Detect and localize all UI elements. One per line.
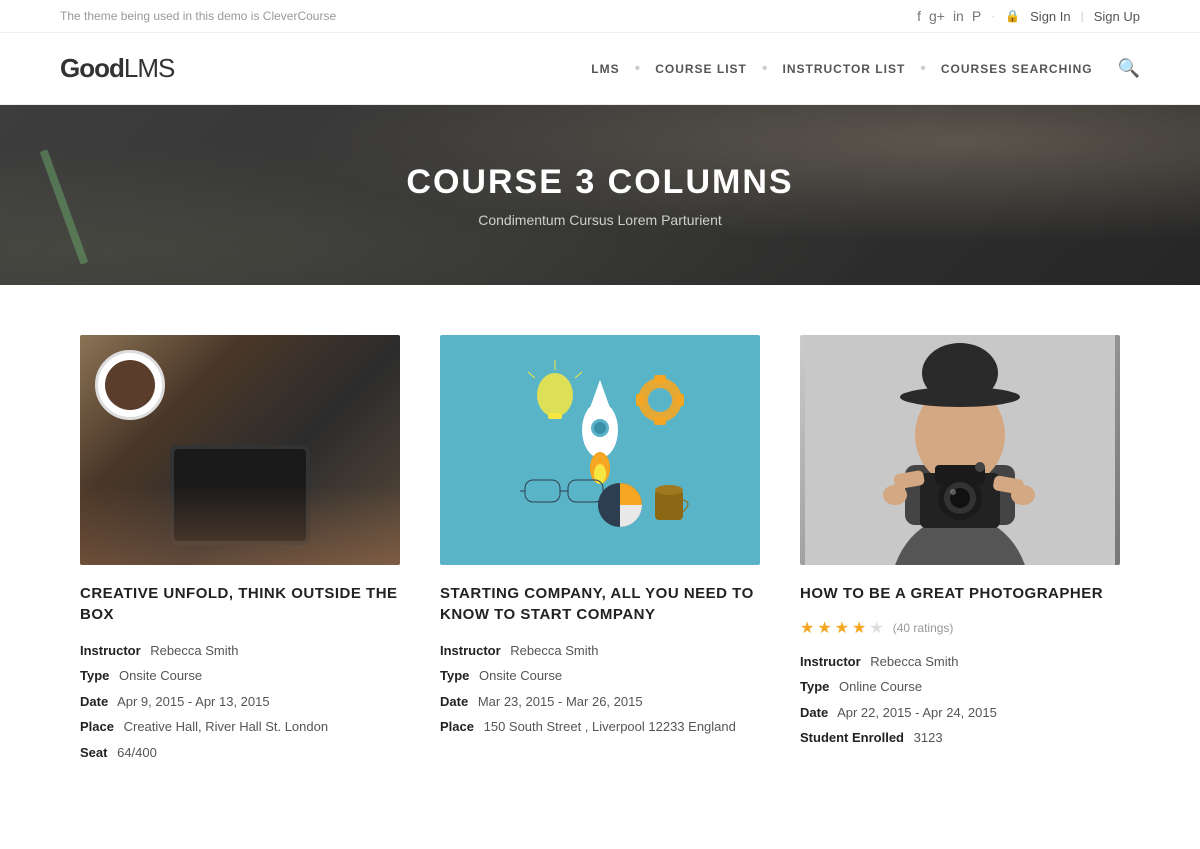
hero-banner: COURSE 3 COLUMNS Condimentum Cursus Lore…	[0, 105, 1200, 285]
course-card-2: STARTING COMPANY, ALL YOU NEED TO KNOW T…	[440, 335, 760, 766]
course-card-1: CREATIVE UNFOLD, THINK OUTSIDE THE BOX I…	[80, 335, 400, 766]
googleplus-icon[interactable]: g+	[929, 8, 945, 24]
instructor-label-1: Instructor	[80, 643, 141, 658]
course-title-3[interactable]: HOW TO BE A GREAT PHOTOGRAPHER	[800, 583, 1120, 604]
course-grid: CREATIVE UNFOLD, THINK OUTSIDE THE BOX I…	[50, 335, 1150, 766]
divider2: |	[1081, 9, 1084, 23]
place-value-1: Creative Hall, River Hall St. London	[124, 719, 328, 734]
instructor-value-3: Rebecca Smith	[870, 654, 958, 669]
course-date-2: Date Mar 23, 2015 - Mar 26, 2015	[440, 690, 760, 713]
signin-link[interactable]: Sign In	[1030, 9, 1070, 24]
enrolled-label-3: Student Enrolled	[800, 730, 904, 745]
course-type-1: Type Onsite Course	[80, 664, 400, 687]
nav-dot-1: •	[630, 60, 646, 78]
search-icon[interactable]: 🔍	[1118, 58, 1140, 79]
course-instructor-1: Instructor Rebecca Smith	[80, 639, 400, 662]
rating-count-3: (40 ratings)	[893, 621, 954, 635]
course-instructor-3: Instructor Rebecca Smith	[800, 650, 1120, 673]
coffee-cup-decoration	[95, 350, 165, 420]
course-type-2: Type Onsite Course	[440, 664, 760, 687]
course-title-1[interactable]: CREATIVE UNFOLD, THINK OUTSIDE THE BOX	[80, 583, 400, 625]
logo[interactable]: GoodLMS	[60, 53, 174, 84]
star-rating-3: ★ ★ ★ ★ ★ (40 ratings)	[800, 618, 1120, 638]
course-image-2[interactable]	[440, 335, 760, 565]
divider: ·	[991, 9, 995, 23]
date-value-2: Mar 23, 2015 - Mar 26, 2015	[478, 694, 643, 709]
course-info-3: HOW TO BE A GREAT PHOTOGRAPHER ★ ★ ★ ★ ★…	[800, 565, 1120, 752]
place-value-2: 150 South Street , Liverpool 12233 Engla…	[484, 719, 736, 734]
star-4: ★	[852, 618, 866, 638]
main-nav: LMS • COURSE LIST • INSTRUCTOR LIST • CO…	[581, 57, 1140, 81]
nav-lms[interactable]: LMS	[581, 57, 629, 81]
type-label-1: Type	[80, 668, 109, 683]
course-date-3: Date Apr 22, 2015 - Apr 24, 2015	[800, 701, 1120, 724]
top-bar: The theme being used in this demo is Cle…	[0, 0, 1200, 33]
course-seat-1: Seat 64/400	[80, 741, 400, 764]
type-label-3: Type	[800, 679, 829, 694]
hero-title: COURSE 3 COLUMNS	[406, 163, 793, 202]
lock-icon: 🔒	[1005, 9, 1020, 23]
date-value-3: Apr 22, 2015 - Apr 24, 2015	[837, 705, 997, 720]
instructor-value-1: Rebecca Smith	[150, 643, 238, 658]
course-meta-2: Instructor Rebecca Smith Type Onsite Cou…	[440, 639, 760, 739]
seat-label-1: Seat	[80, 745, 107, 760]
course-date-1: Date Apr 9, 2015 - Apr 13, 2015	[80, 690, 400, 713]
type-label-2: Type	[440, 668, 469, 683]
nav-courses-searching[interactable]: COURSES SEARCHING	[931, 57, 1103, 81]
seat-value-1: 64/400	[117, 745, 157, 760]
instructor-label-2: Instructor	[440, 643, 501, 658]
course-info-2: STARTING COMPANY, ALL YOU NEED TO KNOW T…	[440, 565, 760, 741]
star-3: ★	[835, 618, 849, 638]
place-label-1: Place	[80, 719, 114, 734]
social-icons: f g+ in P	[917, 8, 981, 24]
course-image-3[interactable]	[800, 335, 1120, 565]
facebook-icon[interactable]: f	[917, 8, 921, 24]
nav-instructor-list[interactable]: INSTRUCTOR LIST	[773, 57, 916, 81]
course-image-1[interactable]	[80, 335, 400, 565]
hand-overlay	[80, 485, 400, 565]
star-1: ★	[800, 618, 814, 638]
signup-link[interactable]: Sign Up	[1094, 9, 1140, 24]
date-label-1: Date	[80, 694, 108, 709]
course-info-1: CREATIVE UNFOLD, THINK OUTSIDE THE BOX I…	[80, 565, 400, 766]
top-bar-notice: The theme being used in this demo is Cle…	[60, 9, 336, 23]
rocket-svg	[500, 350, 700, 550]
header: GoodLMS LMS • COURSE LIST • INSTRUCTOR L…	[0, 33, 1200, 105]
nav-dot-3: •	[915, 60, 931, 78]
course-place-1: Place Creative Hall, River Hall St. Lond…	[80, 715, 400, 738]
hero-decoration	[40, 149, 89, 264]
top-bar-right: f g+ in P · 🔒 Sign In | Sign Up	[917, 8, 1140, 24]
logo-light: LMS	[124, 53, 174, 83]
date-label-2: Date	[440, 694, 468, 709]
course-enrolled-3: Student Enrolled 3123	[800, 726, 1120, 749]
pinterest-icon[interactable]: P	[972, 8, 981, 24]
date-value-1: Apr 9, 2015 - Apr 13, 2015	[117, 694, 270, 709]
course-type-3: Type Online Course	[800, 675, 1120, 698]
course-meta-1: Instructor Rebecca Smith Type Onsite Cou…	[80, 639, 400, 764]
course-meta-3: Instructor Rebecca Smith Type Online Cou…	[800, 650, 1120, 750]
course-card-3: HOW TO BE A GREAT PHOTOGRAPHER ★ ★ ★ ★ ★…	[800, 335, 1120, 766]
type-value-2: Onsite Course	[479, 668, 562, 683]
place-label-2: Place	[440, 719, 474, 734]
hero-subtitle: Condimentum Cursus Lorem Parturient	[478, 212, 722, 228]
star-2: ★	[817, 618, 831, 638]
instructor-label-3: Instructor	[800, 654, 861, 669]
course-title-2[interactable]: STARTING COMPANY, ALL YOU NEED TO KNOW T…	[440, 583, 760, 625]
logo-bold: Good	[60, 53, 124, 83]
instructor-value-2: Rebecca Smith	[510, 643, 598, 658]
linkedin-icon[interactable]: in	[953, 8, 964, 24]
type-value-3: Online Course	[839, 679, 922, 694]
course-instructor-2: Instructor Rebecca Smith	[440, 639, 760, 662]
photographer-svg	[800, 335, 1120, 565]
course-place-2: Place 150 South Street , Liverpool 12233…	[440, 715, 760, 738]
date-label-3: Date	[800, 705, 828, 720]
nav-course-list[interactable]: COURSE LIST	[645, 57, 757, 81]
star-5: ★	[869, 618, 883, 638]
enrolled-value-3: 3123	[914, 730, 943, 745]
type-value-1: Onsite Course	[119, 668, 202, 683]
nav-dot-2: •	[757, 60, 773, 78]
